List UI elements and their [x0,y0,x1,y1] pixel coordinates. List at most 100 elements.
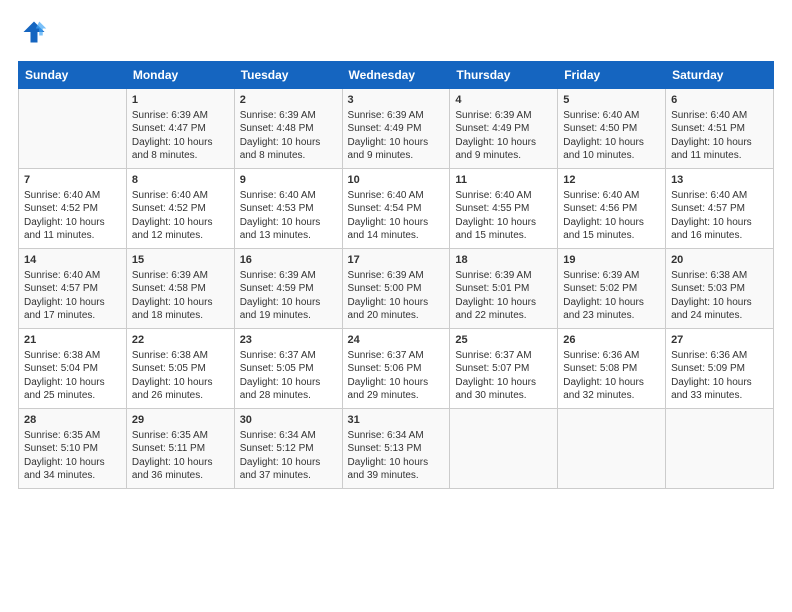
day-info-line: Sunset: 5:02 PM [563,282,660,296]
day-info-line: and 33 minutes. [671,389,768,403]
day-cell: 6Sunrise: 6:40 AMSunset: 4:51 PMDaylight… [666,89,774,169]
day-info-line: and 15 minutes. [455,229,552,243]
day-cell: 29Sunrise: 6:35 AMSunset: 5:11 PMDayligh… [126,409,234,489]
day-info-line: Sunset: 4:50 PM [563,122,660,136]
calendar-body: 1Sunrise: 6:39 AMSunset: 4:47 PMDaylight… [19,89,774,489]
day-cell: 9Sunrise: 6:40 AMSunset: 4:53 PMDaylight… [234,169,342,249]
day-info-line: Sunset: 4:58 PM [132,282,229,296]
day-info-line: Sunrise: 6:37 AM [348,349,445,363]
day-info-line: Sunrise: 6:37 AM [240,349,337,363]
day-info-line: and 12 minutes. [132,229,229,243]
day-cell: 8Sunrise: 6:40 AMSunset: 4:52 PMDaylight… [126,169,234,249]
day-info-line: Sunset: 4:52 PM [132,202,229,216]
day-info-line: Daylight: 10 hours [24,456,121,470]
day-info-line: Sunrise: 6:40 AM [24,189,121,203]
day-cell [19,89,127,169]
day-info-line: Sunrise: 6:40 AM [563,189,660,203]
day-info-line: and 30 minutes. [455,389,552,403]
day-info-line: and 17 minutes. [24,309,121,323]
header-row: SundayMondayTuesdayWednesdayThursdayFrid… [19,62,774,89]
day-info-line: Sunset: 5:08 PM [563,362,660,376]
calendar-page: SundayMondayTuesdayWednesdayThursdayFrid… [0,0,792,612]
day-number: 22 [132,333,229,348]
day-info-line: Sunrise: 6:39 AM [240,109,337,123]
day-info-line: Sunset: 4:48 PM [240,122,337,136]
day-info-line: and 8 minutes. [132,149,229,163]
day-cell: 17Sunrise: 6:39 AMSunset: 5:00 PMDayligh… [342,249,450,329]
day-info-line: Daylight: 10 hours [132,136,229,150]
day-info-line: and 26 minutes. [132,389,229,403]
day-info-line: Daylight: 10 hours [455,136,552,150]
day-number: 6 [671,93,768,108]
day-cell: 31Sunrise: 6:34 AMSunset: 5:13 PMDayligh… [342,409,450,489]
day-number: 28 [24,413,121,428]
day-info-line: Sunset: 4:49 PM [455,122,552,136]
day-info-line: Sunrise: 6:35 AM [24,429,121,443]
day-info-line: Daylight: 10 hours [671,296,768,310]
day-number: 31 [348,413,445,428]
day-cell: 7Sunrise: 6:40 AMSunset: 4:52 PMDaylight… [19,169,127,249]
day-cell [666,409,774,489]
day-info-line: Daylight: 10 hours [455,216,552,230]
day-number: 16 [240,253,337,268]
day-cell: 12Sunrise: 6:40 AMSunset: 4:56 PMDayligh… [558,169,666,249]
day-info-line: and 8 minutes. [240,149,337,163]
day-info-line: and 32 minutes. [563,389,660,403]
day-info-line: and 34 minutes. [24,469,121,483]
header-cell-sunday: Sunday [19,62,127,89]
day-info-line: Sunset: 4:57 PM [24,282,121,296]
day-info-line: Sunset: 4:56 PM [563,202,660,216]
day-info-line: Sunset: 5:07 PM [455,362,552,376]
day-info-line: Sunrise: 6:39 AM [132,109,229,123]
week-row-5: 28Sunrise: 6:35 AMSunset: 5:10 PMDayligh… [19,409,774,489]
day-info-line: Sunrise: 6:38 AM [24,349,121,363]
day-info-line: and 23 minutes. [563,309,660,323]
day-cell: 11Sunrise: 6:40 AMSunset: 4:55 PMDayligh… [450,169,558,249]
day-number: 13 [671,173,768,188]
day-info-line: Daylight: 10 hours [563,216,660,230]
day-info-line: Daylight: 10 hours [240,376,337,390]
day-number: 8 [132,173,229,188]
day-info-line: Daylight: 10 hours [455,376,552,390]
day-info-line: and 28 minutes. [240,389,337,403]
day-info-line: Sunrise: 6:39 AM [455,109,552,123]
day-info-line: Sunset: 4:49 PM [348,122,445,136]
day-cell: 24Sunrise: 6:37 AMSunset: 5:06 PMDayligh… [342,329,450,409]
calendar-header: SundayMondayTuesdayWednesdayThursdayFrid… [19,62,774,89]
day-info-line: Sunrise: 6:40 AM [671,109,768,123]
day-info-line: Sunset: 4:53 PM [240,202,337,216]
header-cell-monday: Monday [126,62,234,89]
day-number: 20 [671,253,768,268]
day-number: 25 [455,333,552,348]
day-info-line: Daylight: 10 hours [240,136,337,150]
day-info-line: Sunrise: 6:40 AM [24,269,121,283]
header-cell-tuesday: Tuesday [234,62,342,89]
day-number: 14 [24,253,121,268]
day-cell: 3Sunrise: 6:39 AMSunset: 4:49 PMDaylight… [342,89,450,169]
day-info-line: Daylight: 10 hours [240,296,337,310]
day-info-line: Sunrise: 6:39 AM [455,269,552,283]
day-info-line: and 10 minutes. [563,149,660,163]
header [18,18,774,51]
day-info-line: and 24 minutes. [671,309,768,323]
day-info-line: Sunset: 5:04 PM [24,362,121,376]
day-cell: 14Sunrise: 6:40 AMSunset: 4:57 PMDayligh… [19,249,127,329]
day-info-line: Daylight: 10 hours [132,376,229,390]
day-cell: 4Sunrise: 6:39 AMSunset: 4:49 PMDaylight… [450,89,558,169]
day-cell: 13Sunrise: 6:40 AMSunset: 4:57 PMDayligh… [666,169,774,249]
logo-icon [20,18,48,46]
day-number: 4 [455,93,552,108]
day-info-line: and 9 minutes. [348,149,445,163]
day-info-line: Sunrise: 6:40 AM [240,189,337,203]
day-info-line: and 19 minutes. [240,309,337,323]
calendar-table: SundayMondayTuesdayWednesdayThursdayFrid… [18,61,774,489]
day-cell: 10Sunrise: 6:40 AMSunset: 4:54 PMDayligh… [342,169,450,249]
day-number: 29 [132,413,229,428]
day-info-line: Sunrise: 6:34 AM [240,429,337,443]
day-info-line: and 36 minutes. [132,469,229,483]
day-cell: 28Sunrise: 6:35 AMSunset: 5:10 PMDayligh… [19,409,127,489]
day-info-line: Sunrise: 6:35 AM [132,429,229,443]
day-number: 2 [240,93,337,108]
day-info-line: Daylight: 10 hours [563,296,660,310]
day-number: 3 [348,93,445,108]
